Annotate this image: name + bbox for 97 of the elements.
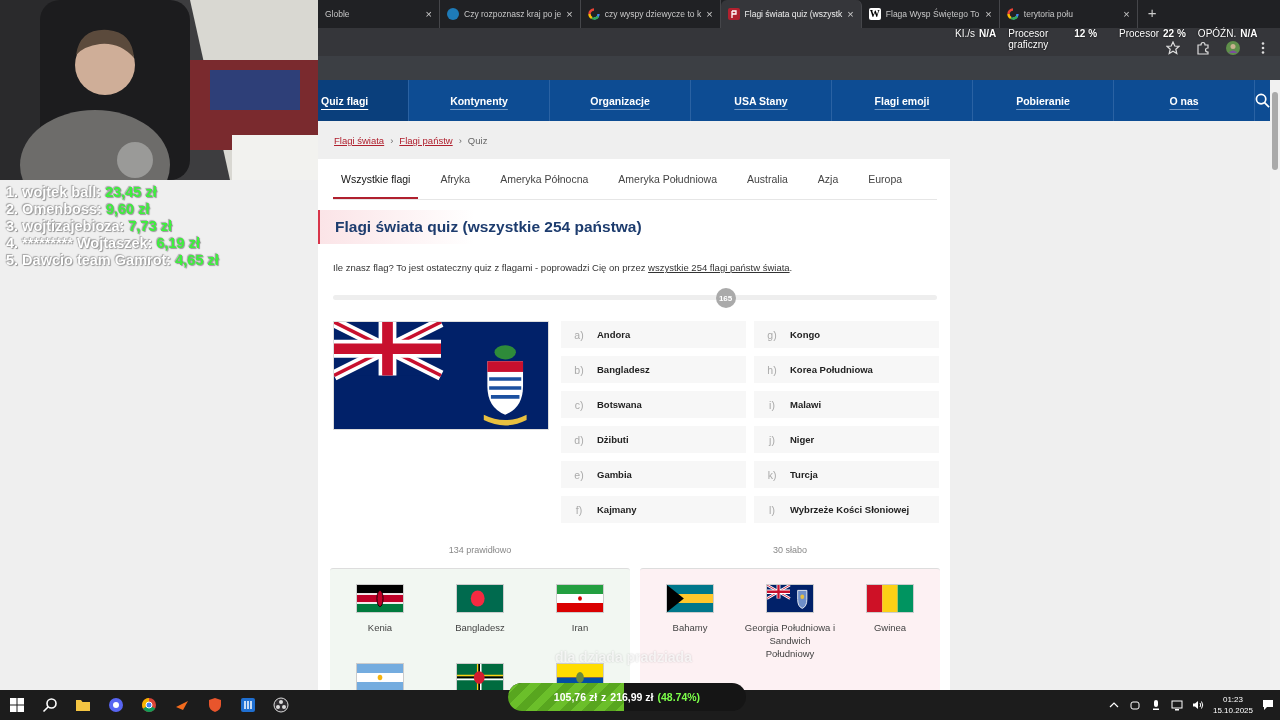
stat-value: N/A [1240,28,1258,39]
nav-link[interactable]: Quiz flagi [318,80,409,121]
star-icon[interactable] [1166,41,1180,55]
folder-icon[interactable] [74,697,91,713]
category-tab[interactable]: Wszystkie flagi [333,159,419,199]
flag-drawing [456,663,504,690]
grid-app-icon[interactable] [239,697,256,713]
donation-entry: 5. Dawcio team Gamrot: 4,65 zł [6,252,220,268]
answer-option[interactable]: k) Turcja [754,461,939,488]
answer-option[interactable]: f) Kajmany [561,496,746,523]
volume-icon[interactable] [1191,699,1204,711]
answer-option[interactable]: a) Andora [561,321,746,348]
breadcrumb-separator: › [458,135,462,146]
flag-drawing [456,584,504,613]
answer-option[interactable]: j) Niger [754,426,939,453]
category-tab[interactable]: Australia [739,159,796,199]
nav-link[interactable]: Kontynenty [409,80,550,121]
goal-separator: z [601,691,607,703]
breadcrumb-link[interactable]: Flagi świata [334,135,385,146]
flag-drawing [356,663,404,690]
search-icon[interactable] [41,697,58,713]
stat-value: 12 % [1074,28,1098,39]
answer-option[interactable]: g) Kongo [754,321,939,348]
goal-raised: 105,76 zł [553,691,598,703]
answer-option[interactable]: l) Wybrzeże Kości Słoniowej [754,496,939,523]
google-icon [1006,8,1019,20]
flag-name: Bahamy [672,621,708,634]
flag-name: Kenia [367,621,393,634]
browser-tab[interactable]: Flagi świata quiz (wszystk × [720,0,862,28]
result-count: 30 słabo [772,545,808,555]
breadcrumb-separator: › [390,135,394,146]
answer-option[interactable]: c) Botswana [561,391,746,418]
close-icon[interactable]: × [1123,8,1130,20]
stat-label: Procesor [1119,28,1160,39]
windows-start-icon[interactable] [8,697,25,713]
flag-name: Gwinea [873,621,907,634]
clock-date[interactable]: 15.10.2025 [1212,705,1253,716]
nav-link[interactable]: O nas [1114,80,1255,121]
stat-value: 22 % [1163,28,1186,39]
google-icon [587,8,600,20]
close-icon[interactable]: × [425,8,432,20]
nav-link[interactable]: Organizacje [550,80,691,121]
flag-name: Bangladesz [455,621,505,634]
flag-drawing [356,584,404,613]
network-icon[interactable] [1170,699,1183,711]
donation-entry: 2. Omenboss: 9,60 zł [6,201,151,217]
browser-icon[interactable] [140,697,157,713]
flag-name: Iran [571,621,589,634]
intro-text: Ile znasz flag? To jest ostateczny quiz z flagami - poprowadzi Cię on przez wszystkie 254 flagi państw świata. [333,262,794,273]
puzzle-icon[interactable] [1196,41,1210,55]
flag-name: Georgia Południowa i Sandwich Południowy [744,621,836,660]
close-icon[interactable]: × [706,8,713,20]
category-tab[interactable]: Ameryka Południowa [610,159,725,199]
notification-icon[interactable] [1262,699,1274,711]
category-tab[interactable]: Ameryka Północna [492,159,597,199]
answer-option[interactable]: i) Malawi [754,391,939,418]
site-icon [447,8,459,20]
search-icon[interactable] [1255,93,1270,108]
donation-entry: 4. ********* Wojtaszek: 6,19 zł [6,235,201,251]
category-tab[interactable]: Afryka [432,159,479,199]
stat-label: OPÓŹN. [1197,28,1237,39]
intro-link[interactable]: wszystkie 254 flagi państw świata [648,262,790,273]
answer-option[interactable]: d) Dżibuti [561,426,746,453]
nav-link[interactable]: USA Stany [691,80,832,121]
flag-drawing [666,584,714,613]
flag-site-icon [727,8,740,20]
shield-icon[interactable] [206,697,223,713]
stat-label: KI./s [955,28,975,39]
flag-drawing [556,584,604,613]
close-icon[interactable]: × [566,8,573,20]
answer-option[interactable]: b) Bangladesz [561,356,746,383]
chat-app-icon[interactable] [107,697,124,713]
category-tab[interactable]: Azja [809,159,847,199]
close-icon[interactable]: × [847,8,854,20]
clock-time[interactable]: 01:23 [1222,694,1243,705]
progress-thumb: 165 [715,288,736,308]
close-icon[interactable]: × [985,8,992,20]
donation-entry: 1. wojtek ball: 23,45 zł [6,184,158,200]
result-count: 134 prawidłowo [447,545,513,555]
avatar-icon[interactable] [1226,41,1240,55]
nav-link[interactable]: Pobieranie [973,80,1114,121]
flag-drawing [766,584,814,613]
goal-percent: (48.74%) [657,691,701,703]
answer-option[interactable]: e) Gambia [561,461,746,488]
category-tab[interactable]: Europa [860,159,911,199]
stat-value: N/A [979,28,997,39]
flag-drawing [866,584,914,613]
camera-icon[interactable] [1128,699,1141,711]
wikipedia-icon: W [868,8,881,20]
stat-label: Procesor graficzny [1008,28,1050,50]
new-tab-button[interactable]: + [1137,0,1167,28]
nav-link[interactable]: Flagi emoji [832,80,973,121]
breadcrumb-link[interactable]: Flagi państw [399,135,453,146]
donation-entry: 3. wojtizajebioza: 7,73 zł [6,218,173,234]
recorder-icon[interactable] [272,697,289,713]
answer-option[interactable]: h) Korea Południowa [754,356,939,383]
breadcrumb-current: Quiz [467,135,488,146]
